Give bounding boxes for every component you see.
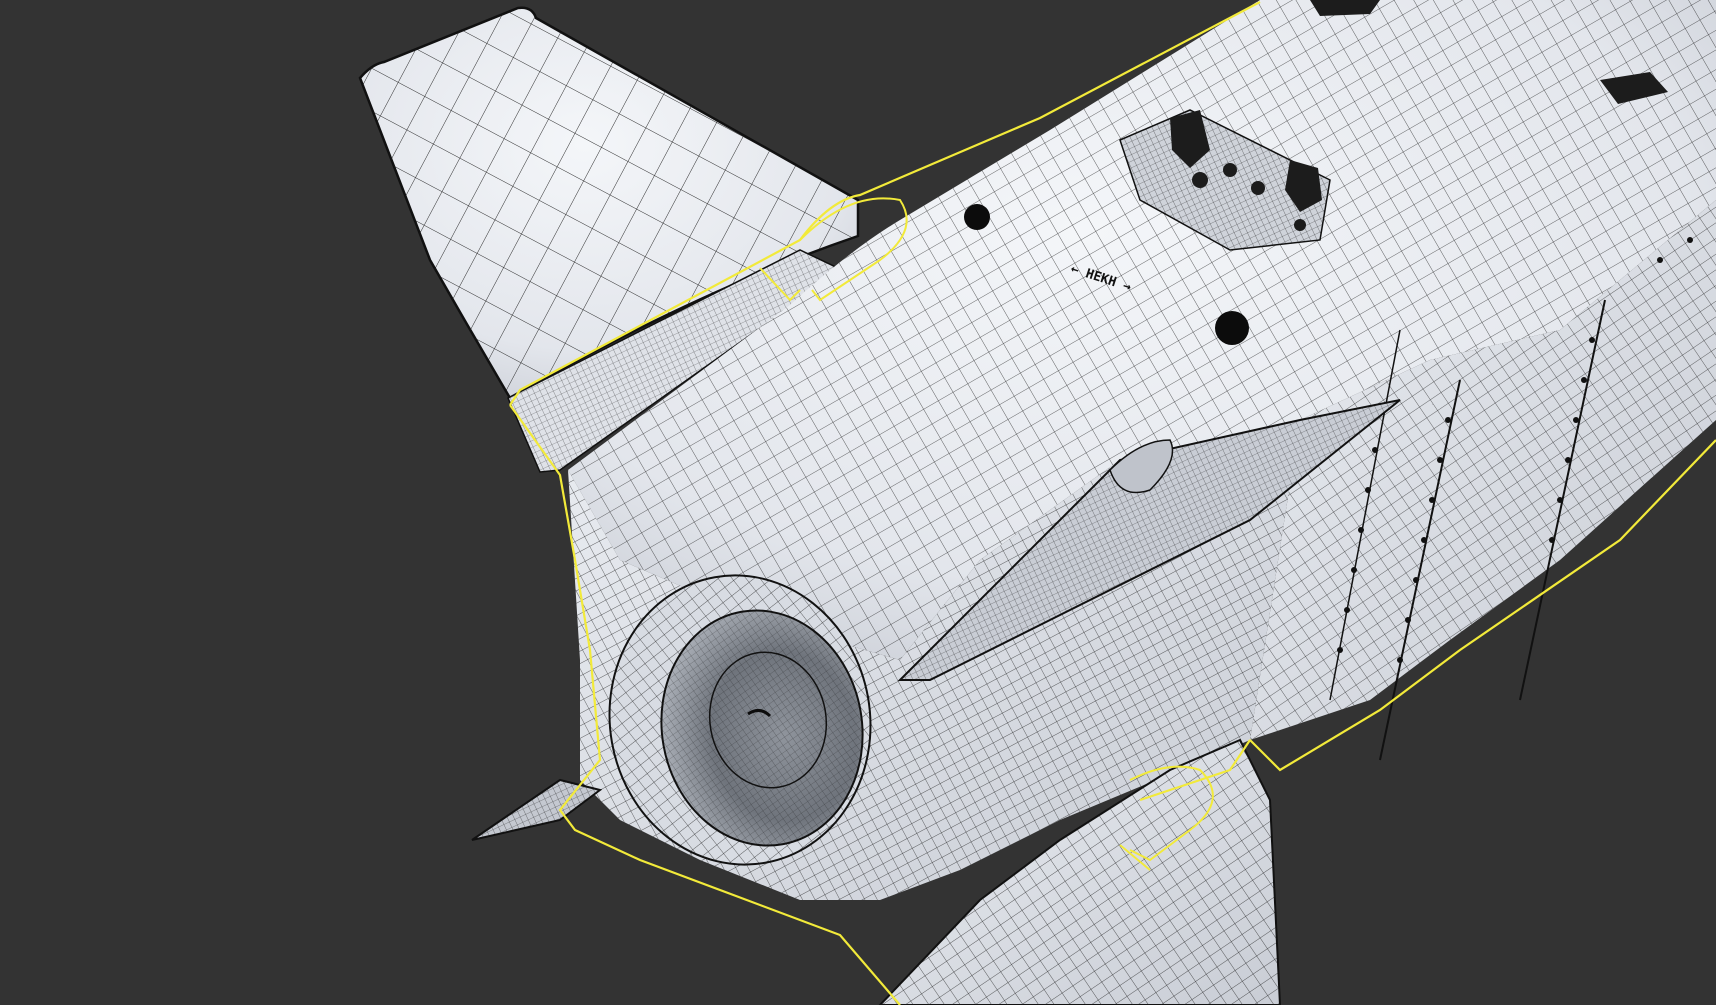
mount-hole bbox=[964, 204, 990, 230]
mount-hole bbox=[1215, 311, 1249, 345]
viewport-canvas[interactable]: ← HEKH → bbox=[0, 0, 1716, 1005]
3d-viewport[interactable]: ← HEKH → bbox=[0, 0, 1716, 1005]
lower-left-fin[interactable] bbox=[471, 778, 603, 841]
